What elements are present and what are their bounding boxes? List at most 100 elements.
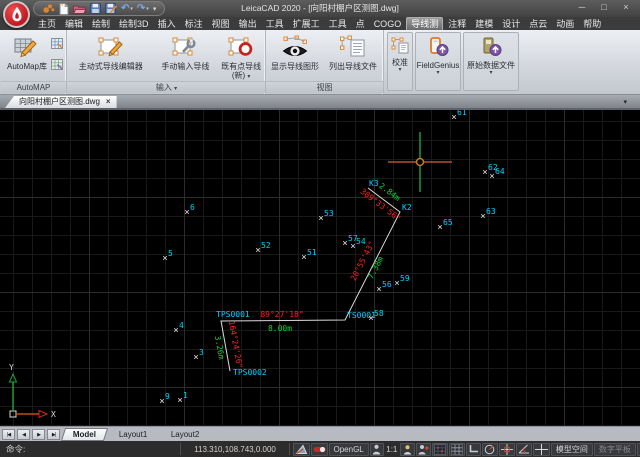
document-tab-close-icon[interactable]: × xyxy=(106,96,111,108)
digital-tablet-button[interactable]: 数字平板 xyxy=(594,443,636,456)
ucs-x-label: X xyxy=(51,410,56,419)
ribbon-tab-19[interactable]: 帮助 xyxy=(579,18,605,30)
ribbon-tab-6[interactable]: 视图 xyxy=(208,18,234,30)
automap-library-button[interactable]: AutoMap库 xyxy=(4,31,50,71)
survey-point-label-56: 56 xyxy=(382,280,392,289)
object-snap-icon[interactable] xyxy=(499,443,515,456)
map-scale-mini-icon-1[interactable] xyxy=(51,36,63,54)
ribbon-tab-12[interactable]: COGO xyxy=(370,18,406,30)
ribbon-tab-9[interactable]: 扩展工 xyxy=(289,18,324,30)
snap-mode-icon[interactable] xyxy=(432,443,448,456)
ortho-mode-icon[interactable] xyxy=(466,443,481,456)
angle-snap-icon[interactable] xyxy=(516,443,532,456)
ribbon-tab-17[interactable]: 点云 xyxy=(525,18,551,30)
manual-traverse-button[interactable]: 手动输入导线 xyxy=(155,31,217,71)
survey-point-label-53: 53 xyxy=(324,209,334,218)
ribbon-tab-14[interactable]: 注释 xyxy=(444,18,470,30)
ribbon-tab-11[interactable]: 点 xyxy=(352,18,369,30)
survey-point-label-4: 4 xyxy=(179,321,184,330)
ucs-icon: YX xyxy=(9,363,56,419)
survey-point-marker xyxy=(452,115,456,119)
survey-point-label-51: 51 xyxy=(307,248,317,257)
plan-view-icon[interactable] xyxy=(293,443,310,456)
annotation-scale-value[interactable]: 1:1 xyxy=(384,445,399,454)
survey-point-marker xyxy=(438,225,442,229)
ribbon-tab-18[interactable]: 动画 xyxy=(552,18,578,30)
ribbon-tab-5[interactable]: 标注 xyxy=(181,18,207,30)
model-space-button[interactable]: 模型空间 xyxy=(551,443,593,456)
ribbon-tab-7[interactable]: 输出 xyxy=(235,18,261,30)
ribbon-tab-0[interactable]: 主页 xyxy=(34,18,60,30)
list-traverse-files-button[interactable]: 列出导线文件 xyxy=(324,31,382,71)
dropdown-arrow-icon: ▾ xyxy=(436,70,439,76)
station-label-TPS0001: TPS0001 xyxy=(216,310,250,319)
list-traverse-icon xyxy=(338,33,368,62)
minimize-button[interactable]: ─ xyxy=(571,0,593,16)
layout-tab-layout2[interactable]: Layout2 xyxy=(158,428,211,441)
show-traverse-graphics-button[interactable]: 显示导线图形 xyxy=(267,31,323,71)
layout-nav-icon-1[interactable]: ◀ xyxy=(17,429,30,440)
grid-display-icon[interactable] xyxy=(449,443,465,456)
polar-tracking-icon[interactable] xyxy=(482,443,498,456)
ribbon-tab-15[interactable]: 建模 xyxy=(471,18,497,30)
survey-point-label-52: 52 xyxy=(261,241,271,250)
layout-tab-layout1[interactable]: Layout1 xyxy=(107,428,160,441)
document-tab[interactable]: 向阳村棚户区测图.dwg × xyxy=(5,96,117,108)
ribbon: AutoMap库 AutoMAP xyxy=(0,30,640,95)
annotation-visibility-icon[interactable] xyxy=(400,443,415,456)
show-traverse-icon xyxy=(280,33,310,62)
document-tab-overflow-icon[interactable]: ▾ xyxy=(623,98,627,106)
command-prompt[interactable]: 命令: xyxy=(0,443,178,455)
fieldgenius-button[interactable]: FieldGenius ▾ xyxy=(415,32,461,91)
ribbon-tab-2[interactable]: 绘制 xyxy=(88,18,114,30)
dropdown-arrow-icon: ▾ xyxy=(247,74,250,80)
panel-footer-input[interactable]: 输入 ▾ xyxy=(68,81,265,93)
window-controls: ─ □ × xyxy=(571,0,637,16)
maximize-button[interactable]: □ xyxy=(593,0,615,16)
window-title: LeicaCAD 2020 - [向阳村棚户区测图.dwg] xyxy=(0,0,640,17)
ribbon-tab-16[interactable]: 设计 xyxy=(498,18,524,30)
panel-footer-automap[interactable]: AutoMAP xyxy=(1,81,66,93)
raw-data-file-button[interactable]: 原始数据文件 ▾ xyxy=(463,32,519,91)
app-logo-icon[interactable] xyxy=(3,1,30,28)
panel-footer-input-label: 输入 xyxy=(156,83,172,92)
ribbon-tab-1[interactable]: 编辑 xyxy=(61,18,87,30)
ribbon-tab-10[interactable]: 工具 xyxy=(325,18,351,30)
calibration-button[interactable]: 校准 ▾ xyxy=(387,32,413,91)
survey-point-marker xyxy=(302,255,306,259)
survey-point-marker xyxy=(178,398,182,402)
survey-point-label-3: 3 xyxy=(199,348,204,357)
ribbon-tab-8[interactable]: 工具 xyxy=(262,18,288,30)
document-tab-bar: 向阳村棚户区测图.dwg × ▾ xyxy=(0,95,640,110)
layout-nav-icon-3[interactable]: ▶| xyxy=(47,429,60,440)
survey-point-label-9: 9 xyxy=(165,392,170,401)
angle-annotation: 89°27'18" xyxy=(260,310,303,319)
survey-point-marker xyxy=(174,328,178,332)
annotation-toggle-icon[interactable] xyxy=(311,443,328,456)
existing-point-traverse-label2: (新) xyxy=(232,71,245,80)
panel-footer-view[interactable]: 视图 xyxy=(266,81,383,93)
ribbon-tab-13-active[interactable]: 导线测 xyxy=(406,17,443,30)
drawing-canvas[interactable]: K3K2TS0001TPS0001TPS00022.84m309°33'56"2… xyxy=(0,110,640,426)
ribbon-panel-automap: AutoMap库 AutoMAP xyxy=(1,30,67,94)
title-bar: ↶▾↷▾▾ LeicaCAD 2020 - [向阳村棚户区测图.dwg] ─ □… xyxy=(0,0,640,17)
ribbon-tab-4[interactable]: 插入 xyxy=(154,18,180,30)
map-scale-mini-icon-2[interactable] xyxy=(51,57,63,75)
traverse-existing-icon xyxy=(226,33,256,62)
status-separator xyxy=(180,443,181,455)
traverse-manual-icon xyxy=(170,33,200,62)
existing-point-traverse-button[interactable]: 既有点导线 (新) ▾ xyxy=(217,31,265,80)
layout-nav-icon-2[interactable]: ▶ xyxy=(32,429,45,440)
active-traverse-editor-button[interactable]: 主动式导线编辑器 xyxy=(68,31,154,71)
close-button[interactable]: × xyxy=(615,0,637,16)
ribbon-tab-3[interactable]: 绘制3D xyxy=(115,18,153,30)
annotation-auto-add-icon[interactable] xyxy=(416,443,431,456)
layout-nav-icon-0[interactable]: |◀ xyxy=(2,429,15,440)
annotation-scale-icon[interactable] xyxy=(370,443,384,456)
crosshair-icon[interactable] xyxy=(533,443,550,456)
survey-point-label-61: 61 xyxy=(457,110,467,117)
layout-tab-model[interactable]: Model xyxy=(61,428,108,441)
opengl-indicator[interactable]: OpenGL xyxy=(329,443,369,456)
survey-point-marker xyxy=(483,170,487,174)
raw-data-icon xyxy=(480,37,502,59)
